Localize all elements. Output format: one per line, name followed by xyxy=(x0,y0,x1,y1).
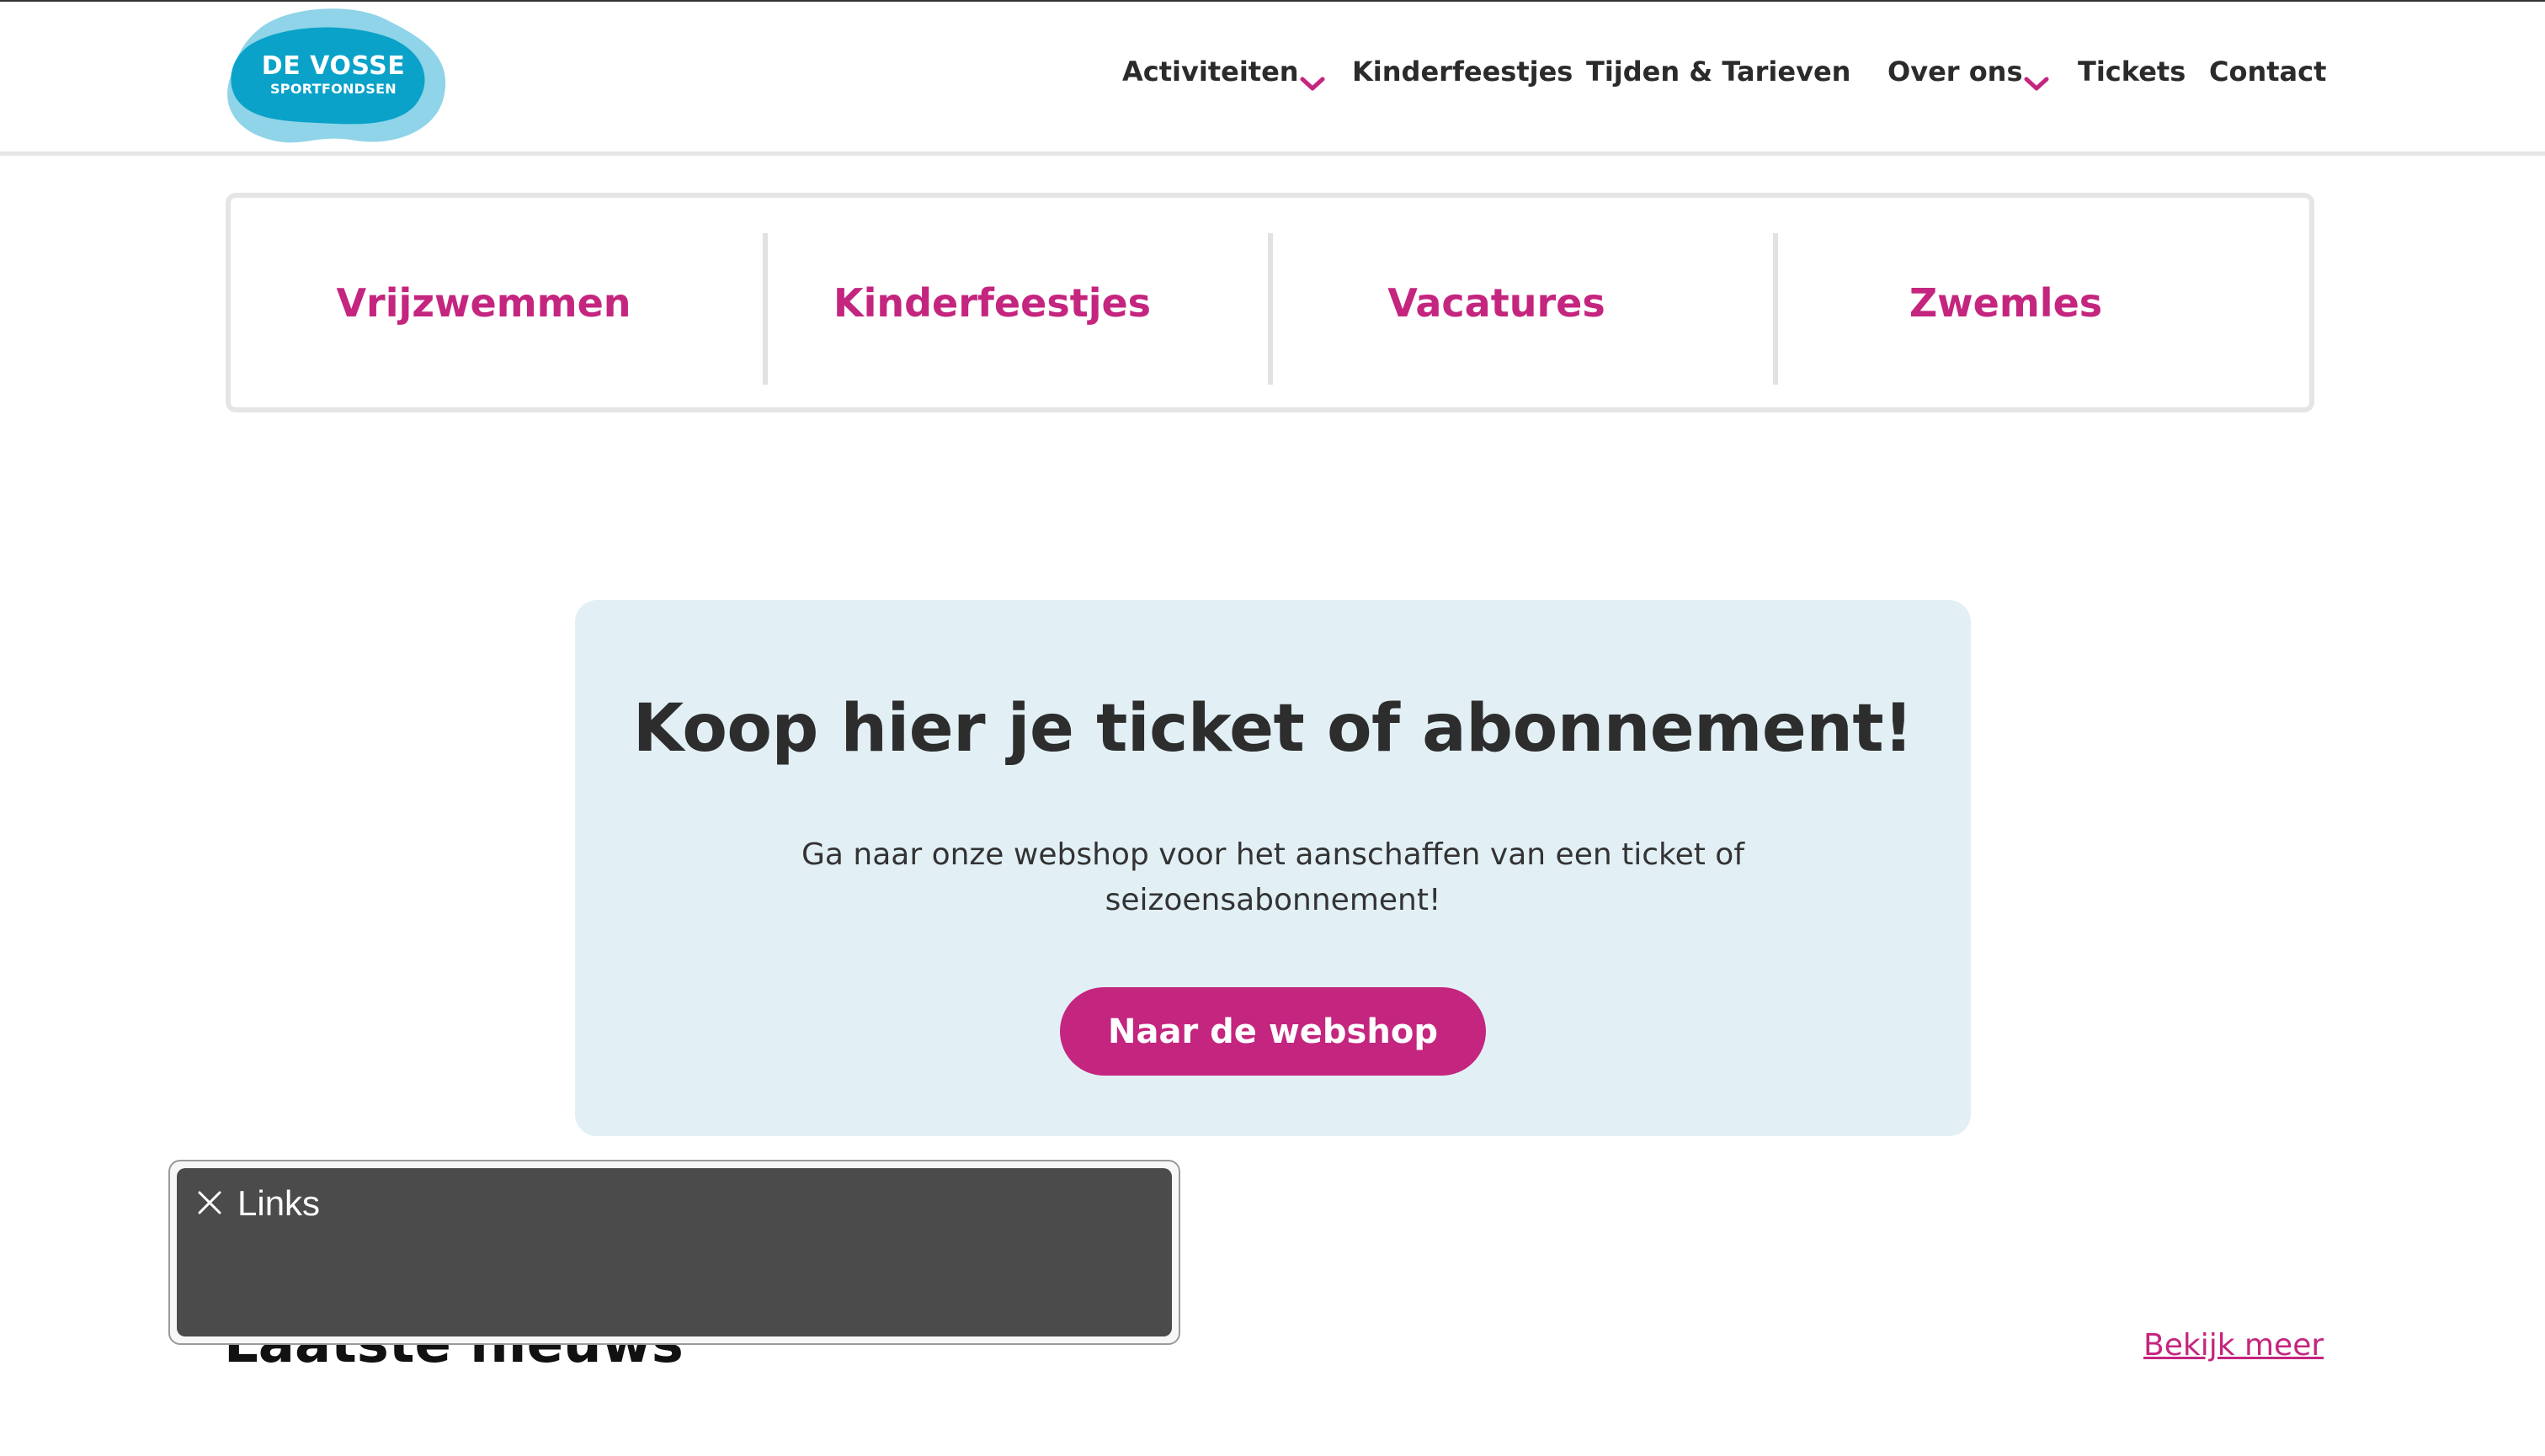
promo-body: Ga naar onze webshop voor het aanschaffe… xyxy=(801,837,1744,917)
nav-item-label: Tickets xyxy=(2078,56,2186,88)
quick-link-vacatures[interactable]: Vacatures xyxy=(1243,198,1749,407)
quick-link-vrijzwemmen[interactable]: Vrijzwemmen xyxy=(231,198,737,407)
nav-item-label: Activiteiten xyxy=(1122,56,1299,88)
promo-title: Koop hier je ticket of abonnement! xyxy=(632,691,1914,767)
logo-line-1: DE VOSSE xyxy=(261,51,406,81)
nav-item-tickets[interactable]: Tickets xyxy=(2078,56,2186,88)
nav-item-label: Contact xyxy=(2209,56,2327,88)
links-panel-body: Links xyxy=(177,1168,1172,1336)
nav-item-over-ons[interactable]: Over ons xyxy=(1887,56,2023,88)
view-more-link[interactable]: Bekijk meer xyxy=(2143,1328,2324,1363)
links-panel: Links xyxy=(168,1160,1180,1345)
chevron-down-icon[interactable] xyxy=(2024,67,2049,99)
nav-item-activiteiten[interactable]: Activiteiten xyxy=(1122,56,1299,88)
nav-item-tijden-tarieven[interactable]: Tijden & Tarieven xyxy=(1586,56,1850,88)
site-logo[interactable]: DE VOSSE SPORTFONDSEN xyxy=(224,5,448,146)
logo-line-2: SPORTFONDSEN xyxy=(269,81,397,97)
quick-link-kinderfeestjes[interactable]: Kinderfeestjes xyxy=(739,198,1245,407)
nav-item-label: Tijden & Tarieven xyxy=(1586,56,1851,88)
close-icon[interactable] xyxy=(197,1190,222,1215)
site-header: DE VOSSE SPORTFONDSEN Activiteiten Kinde… xyxy=(0,2,2545,156)
quick-links-bar: Vrijzwemmen Kinderfeestjes Vacatures Zwe… xyxy=(226,193,2314,412)
quick-link-zwemles[interactable]: Zwemles xyxy=(1753,198,2259,407)
ticket-promo-card: Koop hier je ticket of abonnement! Ga na… xyxy=(575,600,1971,1136)
links-panel-label: Links xyxy=(237,1183,321,1223)
logo-text: DE VOSSE SPORTFONDSEN xyxy=(224,54,443,96)
nav-item-label: Over ons xyxy=(1887,56,2023,88)
nav-item-label: Kinderfeestjes xyxy=(1352,56,1573,88)
nav-item-contact[interactable]: Contact xyxy=(2209,56,2326,88)
nav-item-kinderfeestjes[interactable]: Kinderfeestjes xyxy=(1352,56,1573,88)
chevron-down-icon[interactable] xyxy=(1300,67,1325,99)
webshop-button[interactable]: Naar de webshop xyxy=(1060,987,1486,1076)
